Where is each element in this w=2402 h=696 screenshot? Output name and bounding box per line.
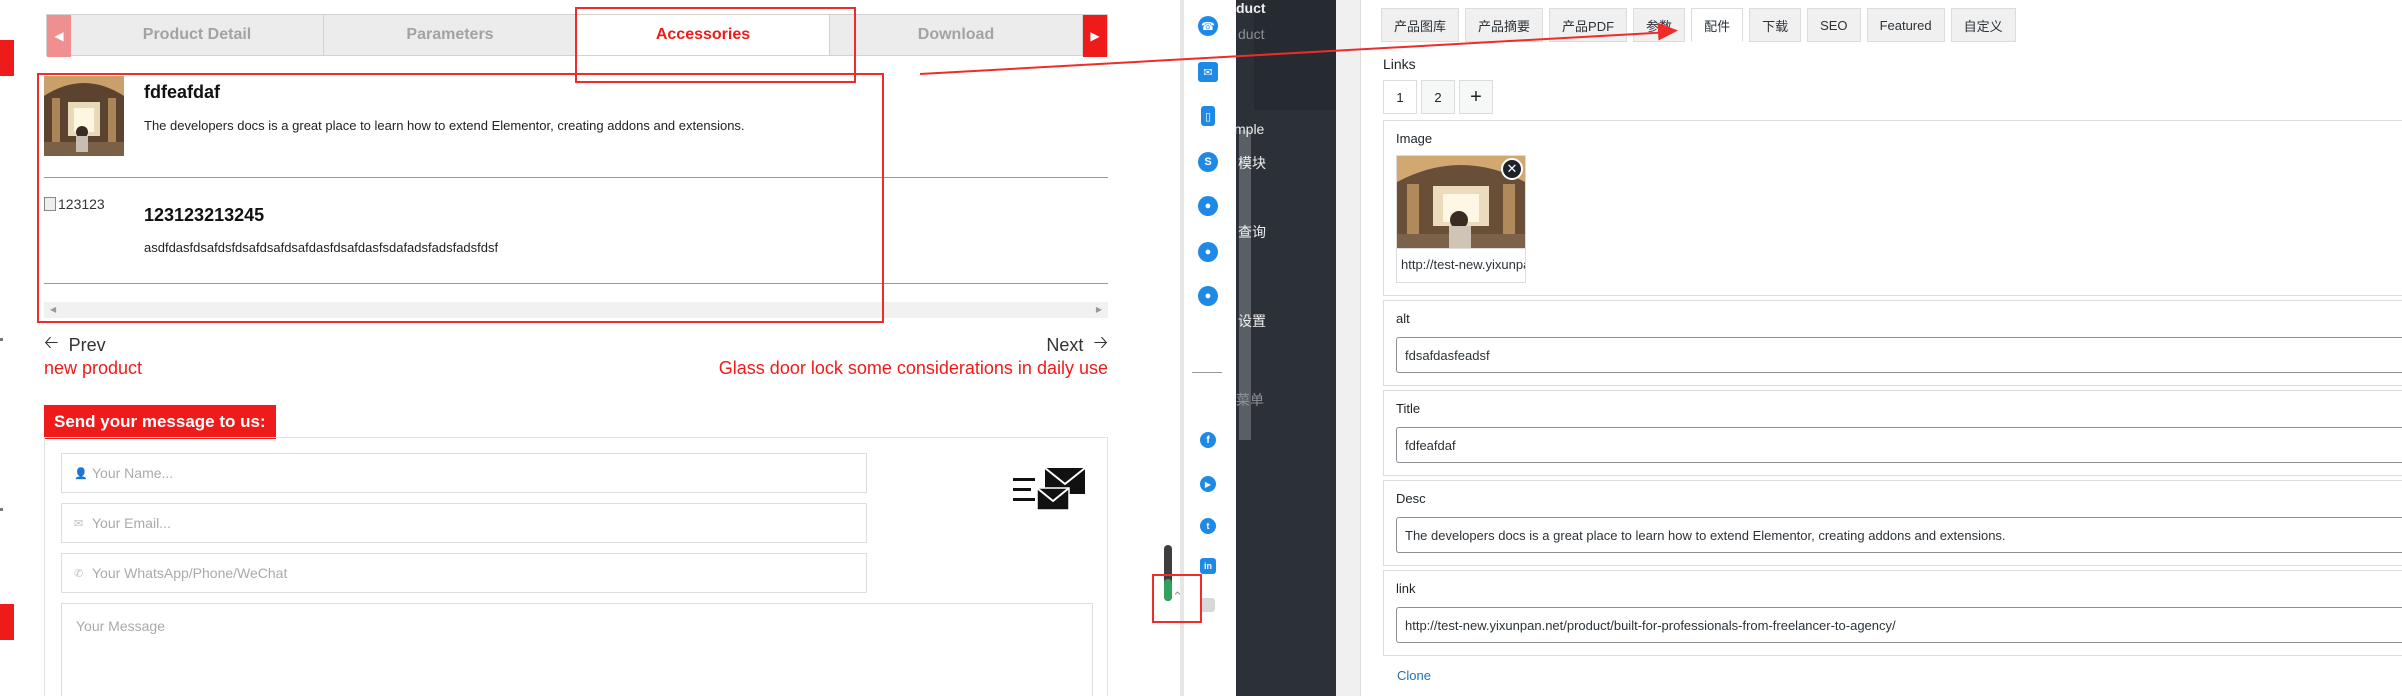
links-tabs: 1 2 + bbox=[1383, 80, 1493, 114]
admin-menu-item[interactable]: duct bbox=[1236, 0, 1266, 16]
user-icon: 👤 bbox=[74, 468, 88, 480]
tab-seo[interactable]: SEO bbox=[1807, 8, 1861, 42]
facebook-icon[interactable]: f bbox=[1200, 432, 1216, 448]
admin-menu-item[interactable]: 设置 bbox=[1238, 311, 1266, 331]
phone-icon[interactable]: ▯ bbox=[1201, 106, 1215, 126]
links-label: Links bbox=[1383, 56, 1416, 72]
next-post-label[interactable]: Next 🡢 bbox=[1046, 330, 1108, 360]
prev-post-label[interactable]: 🡠 Prev bbox=[44, 330, 106, 360]
arrow-right-icon: 🡢 bbox=[1093, 332, 1108, 352]
skype-icon[interactable]: S bbox=[1198, 152, 1218, 172]
annotation-box-accessories bbox=[37, 73, 884, 323]
desc-label: Desc bbox=[1396, 491, 1426, 506]
email-input[interactable]: ✉ Your Email... bbox=[61, 503, 867, 543]
annotation-arrow-head bbox=[1657, 21, 1679, 41]
image-group: Image ✕ http://test-new.yixunpan bbox=[1383, 120, 2402, 296]
admin-sidebar bbox=[1236, 0, 1336, 696]
icons-divider bbox=[1192, 372, 1222, 373]
annotation-box-tab bbox=[575, 7, 856, 83]
alt-input[interactable]: fdsafdasfeadsf bbox=[1396, 337, 2402, 373]
admin-menu-item[interactable]: mple bbox=[1234, 121, 1264, 137]
edge-dot bbox=[0, 508, 3, 511]
tab-download[interactable]: Download bbox=[830, 15, 1083, 55]
add-link-button[interactable]: + bbox=[1459, 80, 1493, 114]
link-group: link http://test-new.yixunpan.net/produc… bbox=[1383, 570, 2402, 656]
arrow-left-icon: 🡠 bbox=[44, 332, 59, 352]
message-form-heading: Send your message to us: bbox=[44, 405, 276, 439]
link-tab-1[interactable]: 1 bbox=[1383, 80, 1417, 114]
youtube-icon[interactable]: ▶ bbox=[1200, 476, 1216, 492]
screenshot-root: ◀ Product Detail Parameters Accessories … bbox=[0, 0, 2402, 696]
wechat-icon[interactable]: ● bbox=[1198, 286, 1218, 306]
tab-gallery[interactable]: 产品图库 bbox=[1381, 8, 1460, 42]
mail-send-icon bbox=[1013, 467, 1086, 511]
tab-featured[interactable]: Featured bbox=[1866, 8, 1945, 42]
title-input[interactable]: fdfeafdaf bbox=[1396, 427, 2402, 463]
email-icon[interactable]: ✉ bbox=[1198, 62, 1218, 82]
desc-group: Desc The developers docs is a great plac… bbox=[1383, 480, 2402, 566]
tab-product-detail[interactable]: Product Detail bbox=[71, 15, 324, 55]
name-placeholder: Your Name... bbox=[92, 465, 174, 481]
message-placeholder: Your Message bbox=[76, 618, 165, 634]
desc-input[interactable]: The developers docs is a great place to … bbox=[1396, 517, 2402, 553]
meta-box-tabs: 产品图库 产品摘要 产品PDF 参数 配件 下载 SEO Featured 自定… bbox=[1381, 8, 2016, 42]
title-label: Title bbox=[1396, 401, 1421, 416]
message-form: 👤 Your Name... ✉ Your Email... ✆ Your Wh… bbox=[44, 437, 1108, 696]
red-edge-marker bbox=[0, 40, 14, 76]
admin-sidebar-submenu bbox=[1254, 110, 1336, 696]
tab-accessories-admin[interactable]: 配件 bbox=[1691, 8, 1744, 42]
tab-parameters[interactable]: Parameters bbox=[324, 15, 577, 55]
link-tab-2[interactable]: 2 bbox=[1421, 80, 1455, 114]
image-preview-card: ✕ http://test-new.yixunpan.net bbox=[1396, 155, 1526, 283]
image-label: Image bbox=[1396, 131, 1433, 146]
admin-menu-item[interactable]: duct bbox=[1238, 26, 1264, 42]
phone-input[interactable]: ✆ Your WhatsApp/Phone/WeChat bbox=[61, 553, 867, 593]
link-input[interactable]: http://test-new.yixunpan.net/product/bui… bbox=[1396, 607, 2402, 643]
envelope-icon: ✉ bbox=[74, 518, 84, 530]
next-label-text: Next bbox=[1046, 334, 1084, 355]
tab-custom[interactable]: 自定义 bbox=[1950, 8, 2016, 42]
admin-menu-item[interactable]: 模块 bbox=[1238, 153, 1266, 173]
email-placeholder: Your Email... bbox=[92, 515, 171, 531]
annotation-box-scroll bbox=[1152, 574, 1202, 623]
qq-icon[interactable]: ● bbox=[1198, 196, 1218, 216]
linkedin-icon[interactable]: in bbox=[1200, 558, 1216, 574]
prev-label-text: Prev bbox=[68, 334, 106, 355]
red-edge-marker bbox=[0, 604, 14, 640]
admin-main: 产品图库 产品摘要 产品PDF 参数 配件 下载 SEO Featured 自定… bbox=[1346, 0, 2402, 696]
link-label: link bbox=[1396, 581, 1416, 596]
phone-icon: ✆ bbox=[74, 568, 84, 580]
contact-icon[interactable]: ● bbox=[1198, 242, 1218, 262]
tab-download-admin[interactable]: 下载 bbox=[1749, 8, 1802, 42]
phone-placeholder: Your WhatsApp/Phone/WeChat bbox=[92, 565, 288, 581]
extra-icon[interactable] bbox=[1201, 598, 1215, 612]
name-input[interactable]: 👤 Your Name... bbox=[61, 453, 867, 493]
prev-post-link[interactable]: new product bbox=[44, 358, 142, 379]
admin-menu-item[interactable]: 菜单 bbox=[1236, 390, 1264, 410]
twitter-icon[interactable]: t bbox=[1200, 518, 1216, 534]
clone-link[interactable]: Clone bbox=[1397, 668, 1431, 683]
next-post-link[interactable]: Glass door lock some considerations in d… bbox=[719, 358, 1108, 379]
scroll-right-icon[interactable]: ▶ bbox=[1096, 305, 1102, 314]
whatsapp-icon[interactable]: ☎ bbox=[1198, 16, 1218, 36]
tab-summary[interactable]: 产品摘要 bbox=[1465, 8, 1544, 42]
message-textarea[interactable]: Your Message bbox=[61, 603, 1093, 696]
image-url-field[interactable]: http://test-new.yixunpan.net bbox=[1397, 248, 1525, 282]
admin-menu-item[interactable]: 查询 bbox=[1238, 222, 1266, 242]
remove-image-button[interactable]: ✕ bbox=[1501, 158, 1523, 180]
title-group: Title fdfeafdaf bbox=[1383, 390, 2402, 476]
tab-scroll-right-button[interactable]: ▶ bbox=[1083, 15, 1107, 57]
alt-label: alt bbox=[1396, 311, 1410, 326]
admin-gutter bbox=[1336, 0, 1346, 696]
edge-dot bbox=[0, 338, 3, 341]
tab-scroll-left-button[interactable]: ◀ bbox=[47, 15, 71, 57]
alt-group: alt fdsafdasfeadsf bbox=[1383, 300, 2402, 386]
product-meta-box: 产品图库 产品摘要 产品PDF 参数 配件 下载 SEO Featured 自定… bbox=[1360, 0, 2402, 696]
